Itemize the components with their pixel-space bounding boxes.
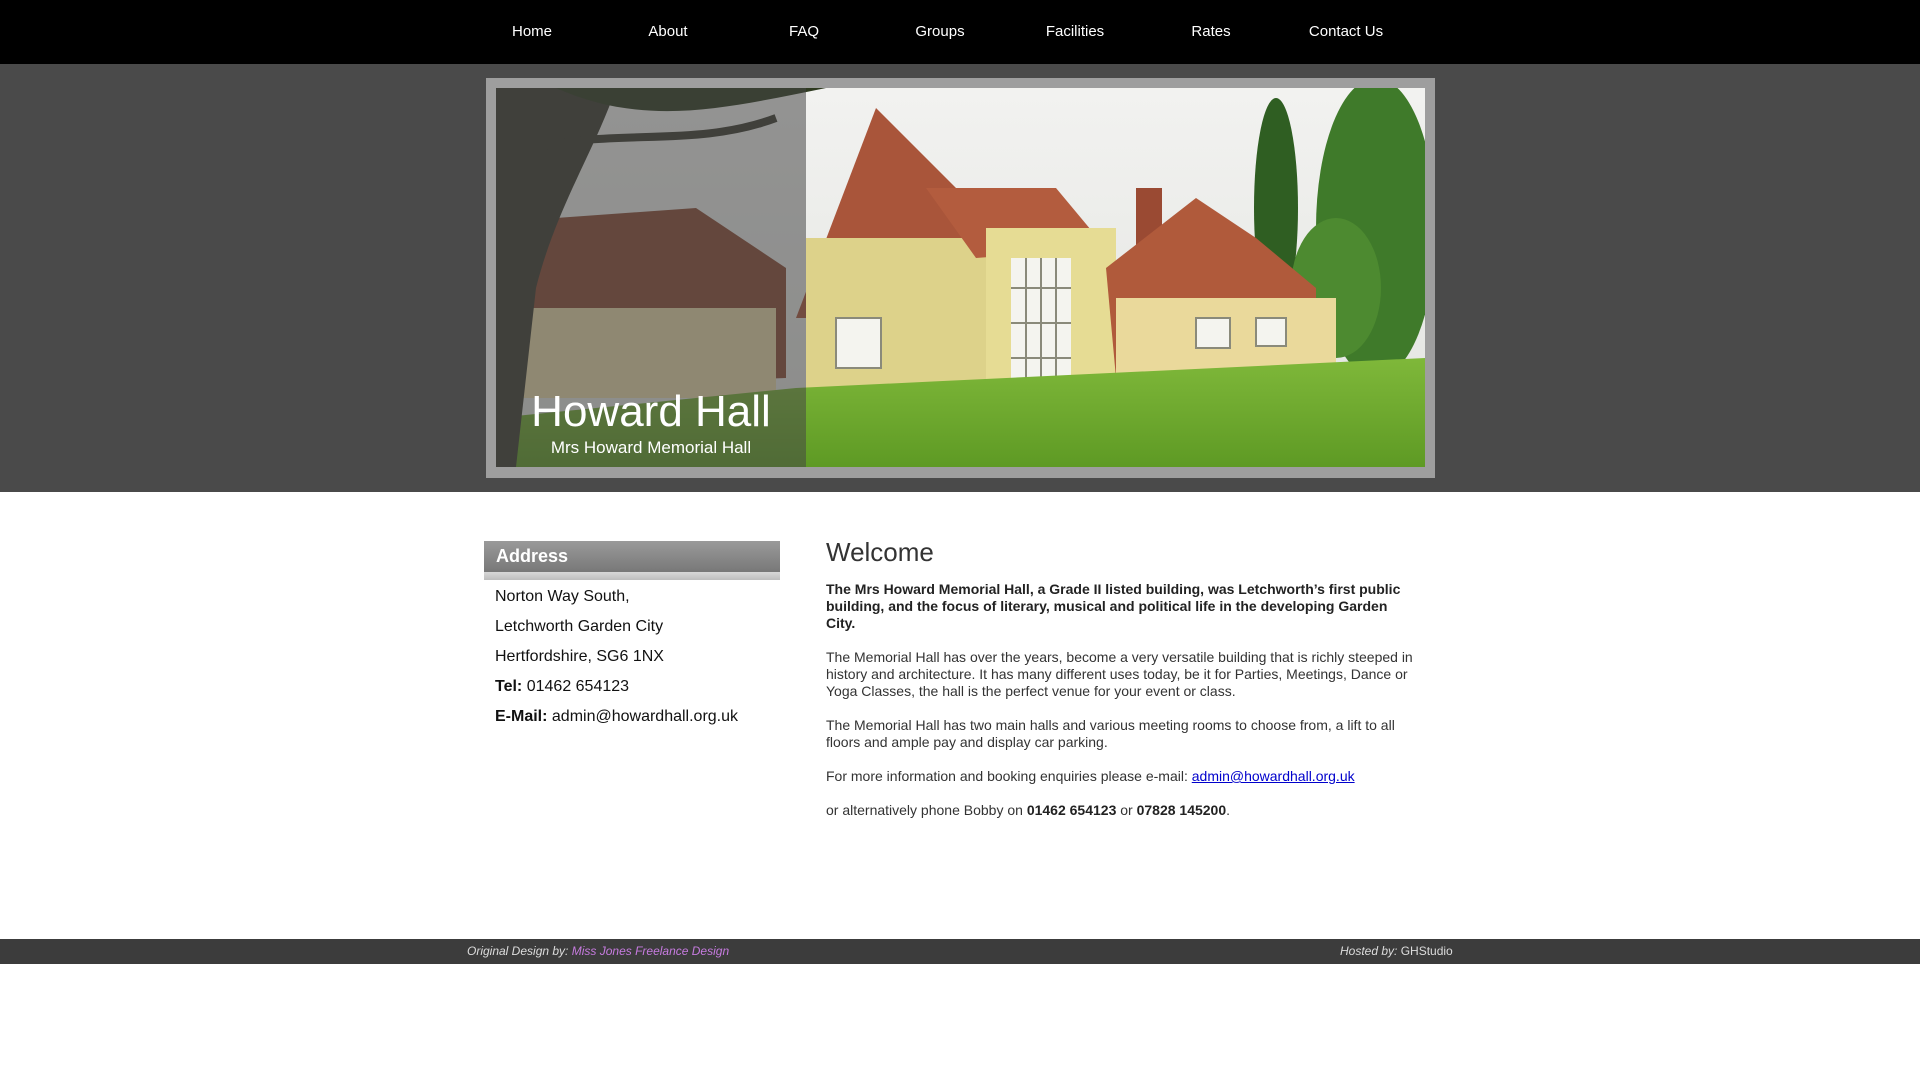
enquiry-paragraph: For more information and booking enquiri… bbox=[826, 768, 1416, 785]
address-line-3: Hertfordshire, SG6 1NX bbox=[495, 648, 664, 665]
tel-value: 01462 654123 bbox=[526, 678, 630, 695]
design-credit-link[interactable]: Miss Jones Freelance Design bbox=[572, 944, 729, 958]
address-email: E-Mail: admin@howardhall.org.uk bbox=[495, 707, 738, 727]
nav-groups[interactable]: Groups bbox=[872, 0, 1008, 64]
hosted-by-value: GHStudio bbox=[1400, 944, 1453, 958]
hosted-by-label: Hosted by: bbox=[1340, 944, 1401, 958]
welcome-paragraph-1: The Memorial Hall has over the years, be… bbox=[826, 649, 1413, 699]
phone-number-2: 07828 145200 bbox=[1136, 802, 1227, 818]
site-subtitle: Mrs Howard Memorial Hall bbox=[550, 438, 752, 457]
address-line-1: Norton Way South, bbox=[495, 588, 630, 605]
phone-text-3: . bbox=[1226, 802, 1231, 818]
footer-bar: Original Design by: Miss Jones Freelance… bbox=[0, 939, 1920, 964]
nav-faq[interactable]: FAQ bbox=[736, 0, 872, 64]
footer-hosting-credit: Hosted by: GHStudio bbox=[1340, 939, 1453, 964]
address-line-2: Letchworth Garden City bbox=[495, 618, 664, 635]
nav-contact-us[interactable]: Contact Us bbox=[1278, 0, 1414, 64]
nav-facilities[interactable]: Facilities bbox=[1007, 0, 1143, 64]
phone-number-1: 01462 654123 bbox=[1026, 802, 1117, 818]
welcome-heading: Welcome bbox=[826, 537, 934, 567]
tel-label: Tel: bbox=[495, 678, 523, 695]
nav-home[interactable]: Home bbox=[464, 0, 600, 64]
address-heading: Address bbox=[496, 546, 569, 566]
address-heading-stripe bbox=[484, 572, 780, 580]
site-title: Howard Hall bbox=[531, 387, 771, 436]
nav-about[interactable]: About bbox=[600, 0, 736, 64]
footer-design-credit: Original Design by: Miss Jones Freelance… bbox=[467, 939, 729, 964]
nav-rates[interactable]: Rates bbox=[1143, 0, 1279, 64]
email-label: E-Mail: bbox=[495, 708, 548, 725]
design-credit-label: Original Design by: bbox=[467, 944, 572, 958]
enquiry-email-link[interactable]: admin@howardhall.org.uk bbox=[1192, 768, 1355, 784]
top-navigation: Home About FAQ Groups Facilities Rates C… bbox=[0, 0, 1920, 64]
phone-text-2: or bbox=[1116, 802, 1137, 818]
welcome-intro: The Mrs Howard Memorial Hall, a Grade II… bbox=[826, 581, 1401, 631]
welcome-paragraph-2: The Memorial Hall has two main halls and… bbox=[826, 717, 1395, 750]
address-heading-bar: Address bbox=[484, 541, 780, 580]
phone-paragraph: or alternatively phone Bobby on 01462 65… bbox=[826, 802, 1416, 819]
address-telephone: Tel: 01462 654123 bbox=[495, 677, 629, 697]
enquiry-text: For more information and booking enquiri… bbox=[826, 768, 1192, 784]
phone-text-1: or alternatively phone Bobby on bbox=[826, 802, 1027, 818]
email-value: admin@howardhall.org.uk bbox=[551, 708, 739, 725]
